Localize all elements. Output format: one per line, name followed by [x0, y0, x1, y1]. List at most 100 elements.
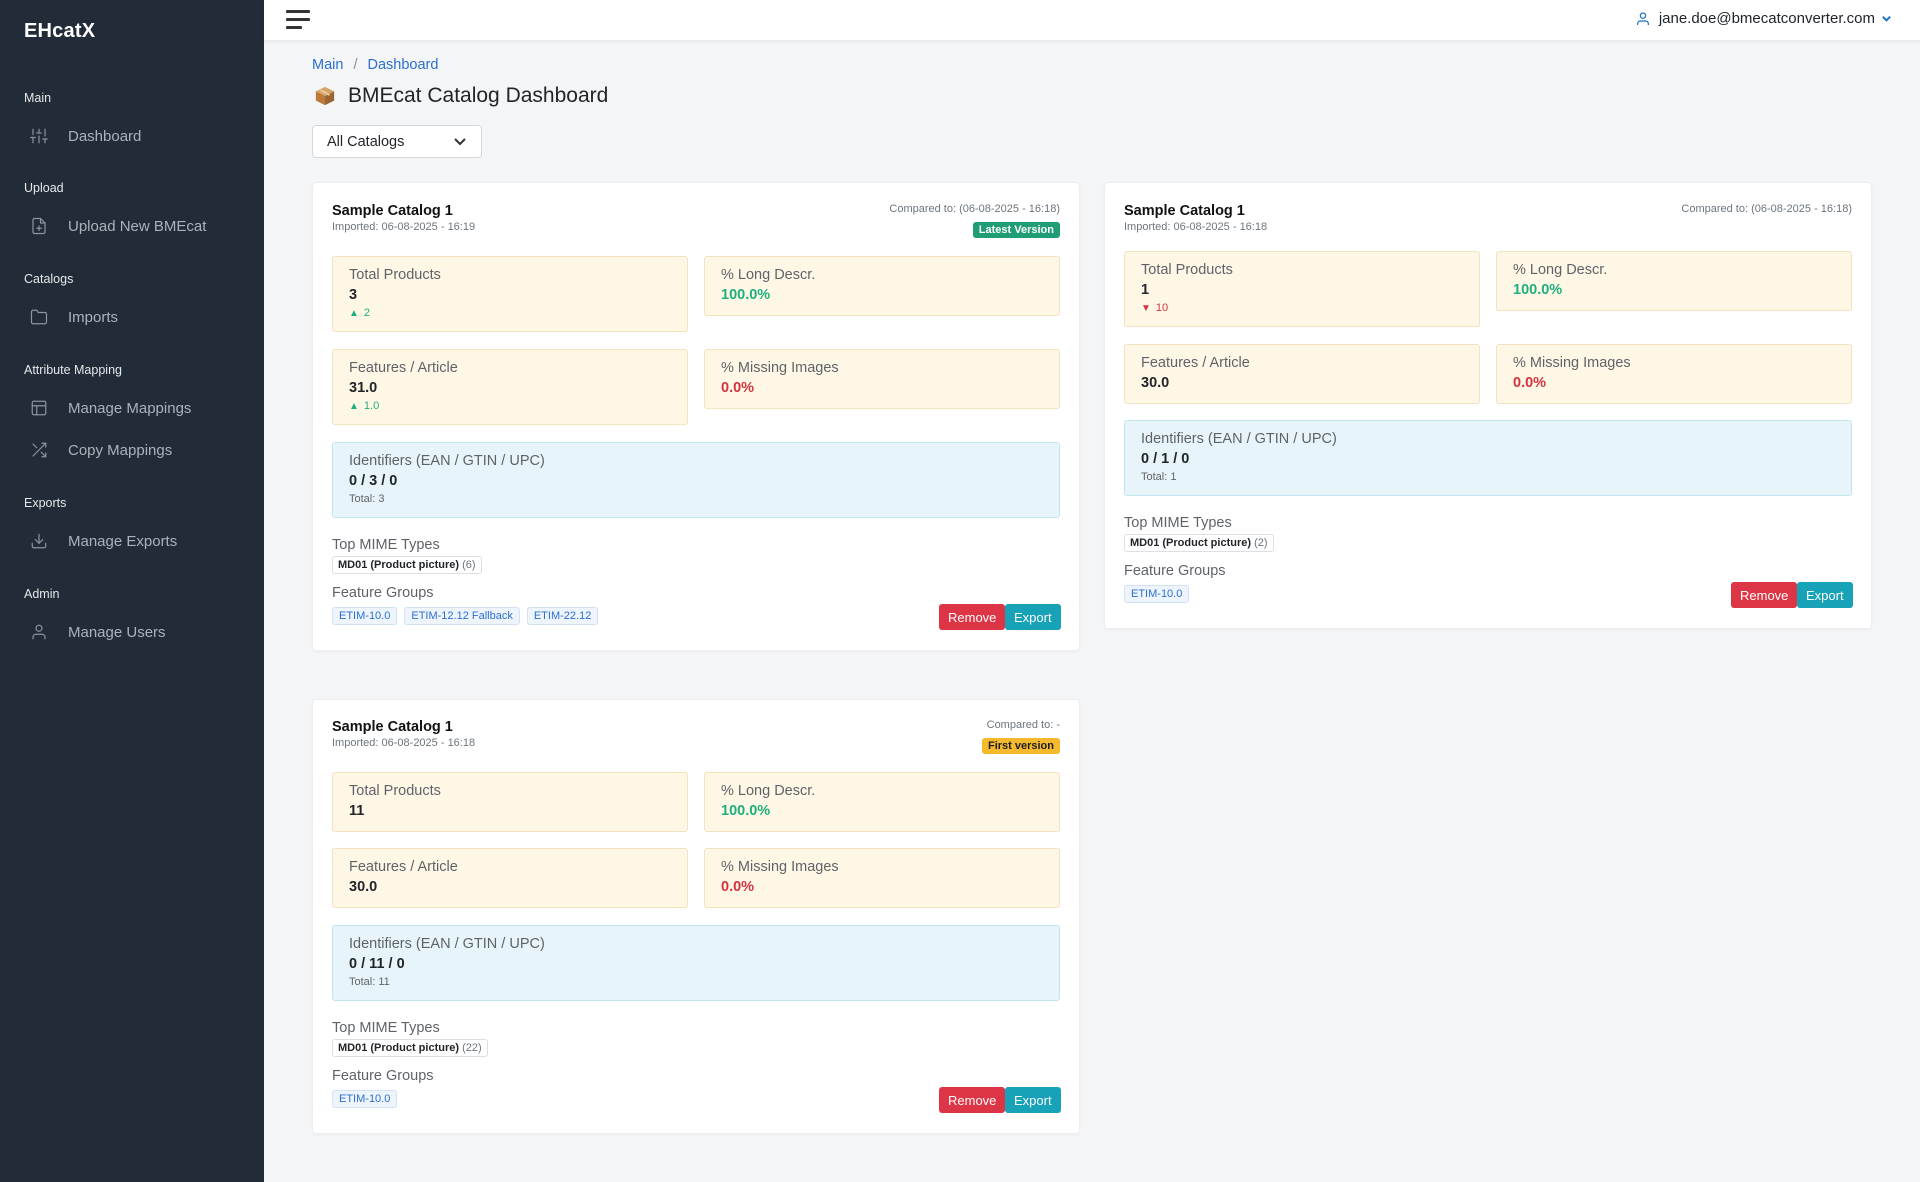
sidebar-item-dashboard[interactable]: Dashboard [24, 118, 244, 154]
mime-count: (2) [1254, 537, 1268, 549]
stat-value: 0.0% [721, 380, 755, 396]
remove-button[interactable]: Remove [939, 604, 1006, 630]
nav-section-main: Main [24, 91, 52, 105]
feature-group-tag: ETIM-22.12 [526, 607, 599, 625]
sidebar-item-manage-mappings[interactable]: Manage Mappings [24, 390, 244, 426]
stat-label: % Missing Images [721, 360, 839, 376]
status-badge: First version [981, 738, 1060, 754]
page-title-text: BMEcat Catalog Dashboard [348, 84, 609, 107]
stat-value: 11 [349, 803, 365, 819]
sidebar-item-label: Dashboard [68, 127, 142, 145]
stat-value: 30.0 [349, 879, 378, 895]
stat-delta: ▲ 2 [349, 307, 671, 319]
package-icon [315, 86, 335, 106]
catalog-card: Sample Catalog 1 Imported: 06-08-2025 - … [312, 182, 1080, 651]
catalog-filter-select[interactable]: All Catalogs [312, 125, 482, 158]
catalog-card: Sample Catalog 1 Imported: 06-08-2025 - … [312, 699, 1080, 1134]
export-button[interactable]: Export [1005, 604, 1061, 630]
delta-value: 1.0 [363, 400, 380, 412]
catalog-title: Sample Catalog 1 [332, 719, 453, 735]
shuffle-icon [32, 442, 47, 458]
stat-value: 1 [1141, 282, 1150, 298]
sidebar-item-label: Manage Users [68, 623, 166, 641]
stat-label: Features / Article [1141, 355, 1250, 371]
mime-types-label: Top MIME Types [332, 537, 440, 553]
stat-features-article: Features / Article 30.0 [332, 848, 688, 908]
stat-features-article: Features / Article 31.0 ▲ 1.0 [332, 349, 688, 425]
stat-long-descr: % Long Descr. 100.0% [1496, 251, 1852, 311]
mime-types-label: Top MIME Types [332, 1020, 440, 1036]
sidebar-item-copy-mappings[interactable]: Copy Mappings [24, 432, 244, 468]
stat-label: Total Products [349, 267, 441, 283]
folder-icon [30, 309, 48, 325]
breadcrumb-separator: / [353, 57, 358, 73]
brand-logo[interactable]: EHcatX [24, 20, 95, 43]
topbar: jane.doe@bmecatconverter.com [264, 0, 1920, 40]
stat-total: Total: 3 [349, 493, 385, 505]
nav-section-catalogs: Catalogs [24, 272, 74, 286]
stat-value: 30.0 [1141, 375, 1170, 391]
catalog-filter-value: All Catalogs [327, 133, 405, 150]
stat-delta: ▼ 10 [1141, 302, 1463, 314]
feature-group-tags: ETIM-10.0 ETIM-12.12 Fallback ETIM-22.12 [332, 607, 605, 625]
compared-to: Compared to: - [986, 719, 1060, 731]
chevron-down-icon [1882, 15, 1891, 22]
stat-value: 31.0 [349, 380, 378, 396]
delta-value: 2 [363, 307, 371, 319]
stat-long-descr: % Long Descr. 100.0% [704, 772, 1060, 832]
menu-toggle-icon[interactable] [286, 8, 312, 30]
export-button[interactable]: Export [1797, 582, 1853, 608]
arrow-down-icon: ▼ [1141, 302, 1151, 314]
mime-count: (22) [462, 1042, 482, 1054]
stat-value: 100.0% [721, 803, 771, 819]
stat-label: Identifiers (EAN / GTIN / UPC) [1141, 431, 1337, 447]
mime-types-label: Top MIME Types [1124, 515, 1232, 531]
stat-label: Features / Article [349, 859, 458, 875]
export-button[interactable]: Export [1005, 1087, 1061, 1113]
file-plus-icon [32, 217, 46, 235]
stat-identifiers: Identifiers (EAN / GTIN / UPC) 0 / 11 / … [332, 925, 1060, 1001]
imported-date: Imported: 06-08-2025 - 16:18 [332, 737, 476, 749]
feature-groups-label: Feature Groups [1124, 563, 1226, 579]
stat-total: Total: 1 [1141, 471, 1177, 483]
feature-group-tag: ETIM-10.0 [1124, 585, 1190, 603]
remove-button[interactable]: Remove [1731, 582, 1798, 608]
feature-group-tag: ETIM-10.0 [332, 1090, 398, 1108]
stat-label: % Long Descr. [721, 267, 816, 283]
user-menu[interactable]: jane.doe@bmecatconverter.com [1635, 10, 1892, 27]
mime-count: (6) [462, 559, 476, 571]
imported-date: Imported: 06-08-2025 - 16:18 [1124, 221, 1268, 233]
stat-value: 0.0% [1513, 375, 1547, 391]
user-icon [32, 624, 46, 640]
arrow-up-icon: ▲ [349, 400, 359, 412]
stat-missing-images: % Missing Images 0.0% [704, 349, 1060, 409]
sidebar-item-manage-exports[interactable]: Manage Exports [24, 523, 244, 559]
sidebar-item-manage-users[interactable]: Manage Users [24, 614, 244, 650]
chevron-down-icon [454, 138, 466, 146]
stat-label: Total Products [1141, 262, 1233, 278]
remove-button[interactable]: Remove [939, 1087, 1006, 1113]
sidebar-item-imports[interactable]: Imports [24, 299, 244, 335]
stat-missing-images: % Missing Images 0.0% [1496, 344, 1852, 404]
sidebar: EHcatX Main Dashboard Upload Upload New … [0, 0, 264, 1182]
mime-name: MD01 (Product picture) [1130, 537, 1252, 549]
stat-label: Features / Article [349, 360, 458, 376]
mime-name: MD01 (Product picture) [338, 559, 460, 571]
breadcrumb-main-link[interactable]: Main [312, 57, 343, 73]
feature-group-tags: ETIM-10.0 [1124, 585, 1196, 603]
mime-tag: MD01 (Product picture) (2) [1124, 534, 1274, 552]
sidebar-item-label: Upload New BMEcat [68, 217, 207, 235]
stat-value: 3 [349, 287, 358, 303]
mime-name: MD01 (Product picture) [338, 1042, 460, 1054]
feature-groups-label: Feature Groups [332, 585, 434, 601]
stat-features-article: Features / Article 30.0 [1124, 344, 1480, 404]
arrow-up-icon: ▲ [349, 307, 359, 319]
stat-total: Total: 11 [349, 976, 390, 988]
breadcrumb-dashboard-link[interactable]: Dashboard [367, 57, 438, 73]
catalog-card: Sample Catalog 1 Imported: 06-08-2025 - … [1104, 182, 1872, 629]
stat-identifiers: Identifiers (EAN / GTIN / UPC) 0 / 3 / 0… [332, 442, 1060, 518]
sidebar-item-upload[interactable]: Upload New BMEcat [24, 208, 244, 244]
download-icon [31, 533, 47, 549]
sidebar-item-label: Copy Mappings [68, 441, 173, 459]
page-title: BMEcat Catalog Dashboard [314, 84, 608, 108]
